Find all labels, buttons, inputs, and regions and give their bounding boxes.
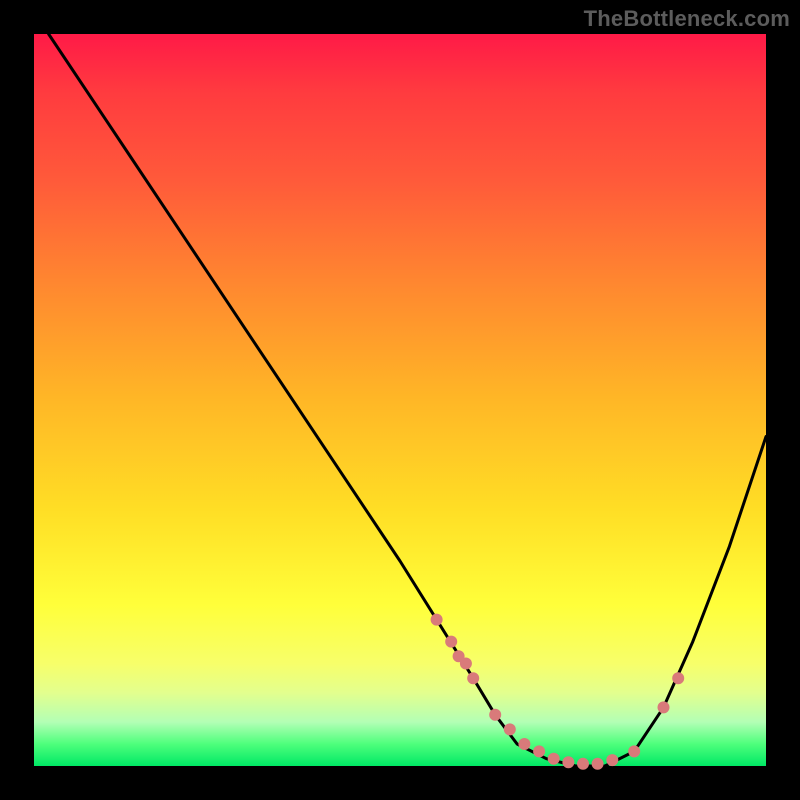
highlight-point — [533, 745, 545, 757]
highlight-point — [606, 754, 618, 766]
bottleneck-curve-path — [49, 34, 766, 766]
highlight-point — [672, 672, 684, 684]
highlight-point — [577, 758, 589, 770]
highlight-point — [548, 753, 560, 765]
highlight-point — [592, 758, 604, 770]
watermark-text: TheBottleneck.com — [584, 6, 790, 32]
highlight-point — [445, 636, 457, 648]
curve-layer — [49, 34, 766, 766]
points-layer — [431, 614, 685, 770]
chart-frame: TheBottleneck.com — [0, 0, 800, 800]
chart-svg — [34, 34, 766, 766]
highlight-point — [628, 745, 640, 757]
highlight-point — [658, 701, 670, 713]
highlight-point — [518, 738, 530, 750]
highlight-point — [431, 614, 443, 626]
highlight-point — [562, 756, 574, 768]
plot-area — [34, 34, 766, 766]
highlight-point — [504, 723, 516, 735]
highlight-point — [460, 658, 472, 670]
highlight-point — [467, 672, 479, 684]
highlight-point — [489, 709, 501, 721]
